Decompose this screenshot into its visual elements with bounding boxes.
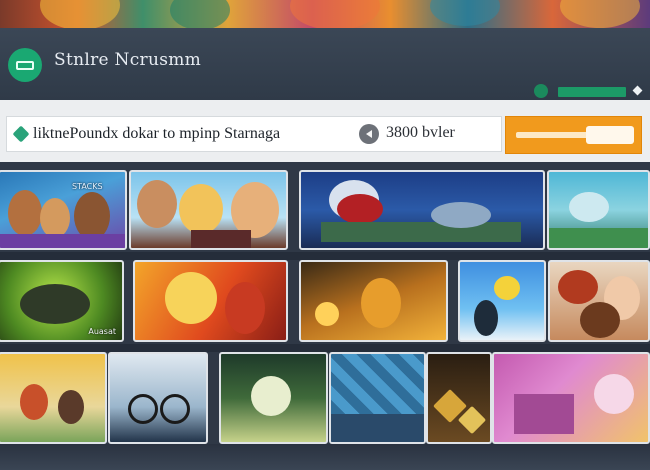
chevron-down-icon[interactable]	[632, 85, 643, 96]
play-back-icon[interactable]	[359, 124, 379, 144]
game-tile-penguin-run[interactable]	[458, 260, 546, 342]
top-banner-artwork	[0, 0, 650, 28]
balance-readout: 3800 bvler	[386, 124, 455, 141]
game-tile-pink-ruins[interactable]	[492, 352, 650, 444]
search-icon	[12, 125, 30, 143]
account-menu-bar[interactable]	[558, 87, 626, 97]
game-tile-crystal-match[interactable]	[329, 352, 426, 444]
brand-title: Stnlre Ncrusmm	[54, 50, 202, 70]
game-tile-forest-quest[interactable]	[219, 352, 328, 444]
tile-caption: Auasat	[88, 327, 116, 336]
game-tile-gem-pyramid[interactable]	[426, 352, 492, 444]
game-tile-village-tales[interactable]	[0, 352, 107, 444]
footer-edge	[0, 444, 650, 470]
user-status-icon[interactable]	[534, 84, 548, 98]
game-tile-heroes-trio[interactable]	[129, 170, 288, 250]
controller-icon[interactable]	[8, 48, 42, 82]
game-tile-snow-cyclists[interactable]	[108, 352, 208, 444]
search-input-value: liktnePoundx dokar to mpinp Starnaga	[33, 125, 281, 142]
game-tile-mushroom-friends[interactable]	[548, 260, 650, 342]
game-tile-cave-explorer[interactable]	[299, 260, 448, 342]
game-grid: STACKS Auasat	[0, 162, 650, 470]
cta-handle	[586, 126, 634, 144]
game-tile-fire-duel[interactable]	[133, 260, 288, 342]
game-tile-castle-siege[interactable]	[299, 170, 545, 250]
game-tile-cartoon-crew[interactable]: STACKS	[0, 170, 127, 250]
tile-overlay-text: STACKS	[72, 182, 103, 191]
top-bar: Stnlre Ncrusmm	[0, 28, 650, 100]
cta-button[interactable]	[505, 116, 642, 154]
game-tile-underwater[interactable]	[547, 170, 650, 250]
game-tile-green-beast[interactable]: Auasat	[0, 260, 124, 342]
cta-slider-icon	[516, 132, 588, 138]
